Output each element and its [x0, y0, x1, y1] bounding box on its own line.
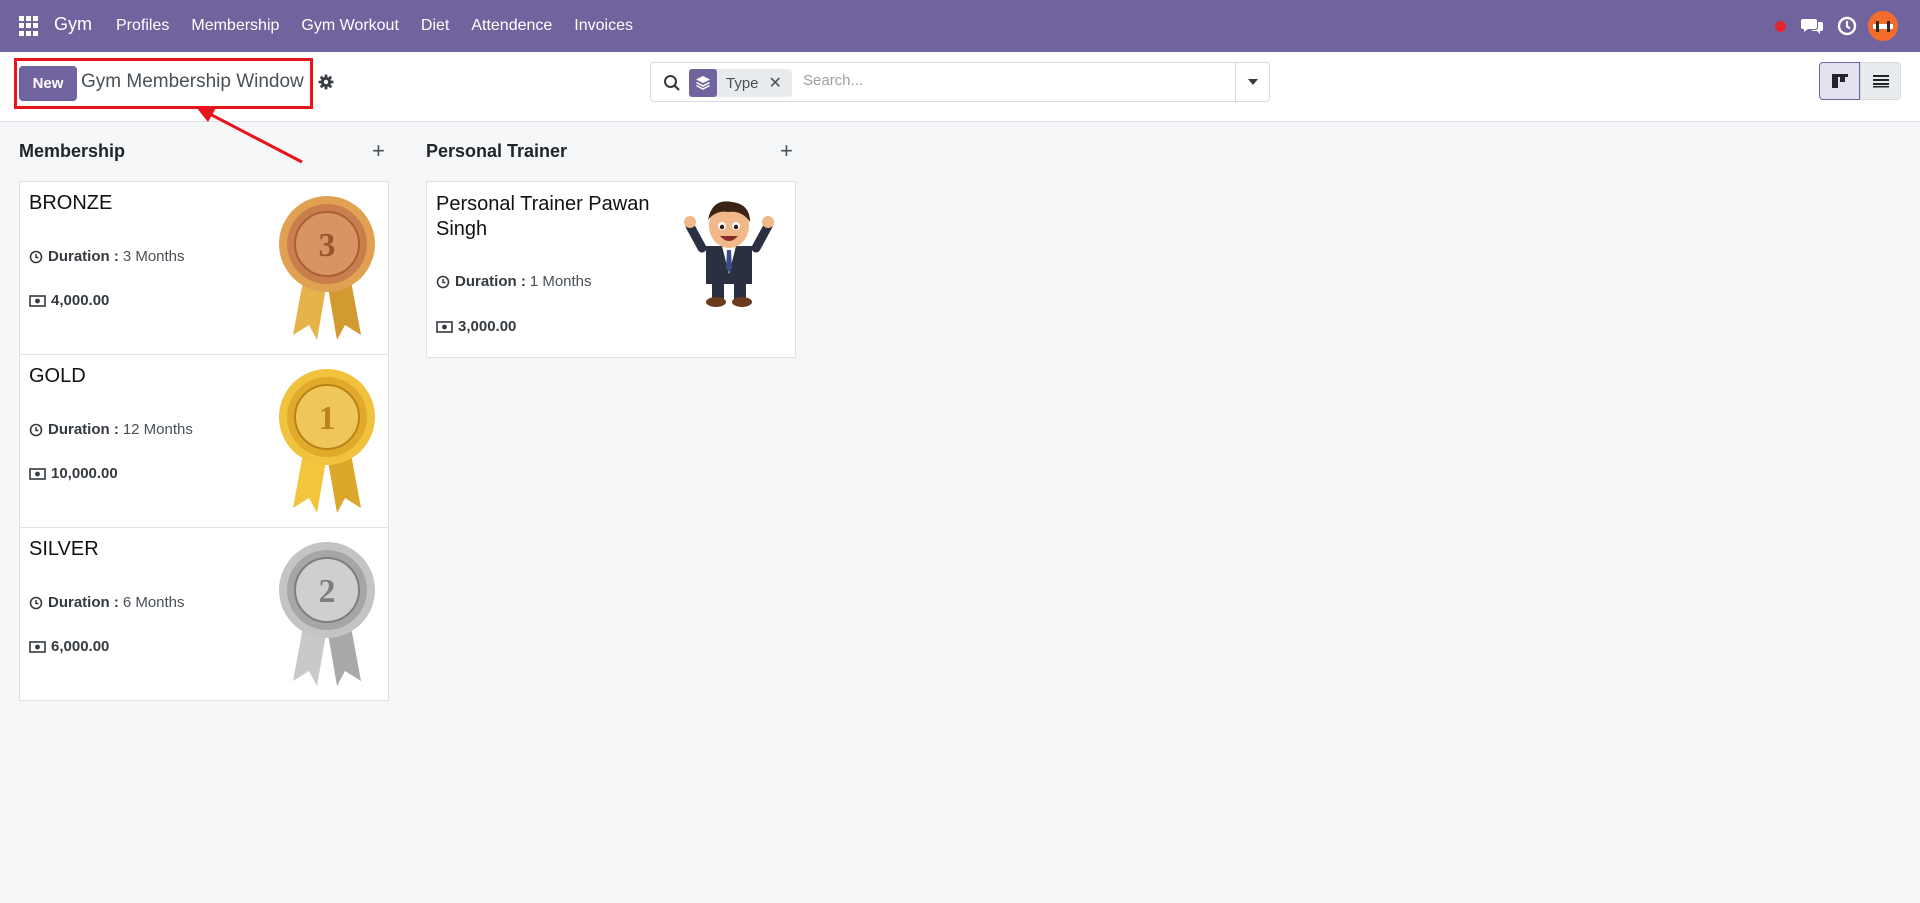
bronze-medal-icon: 3 — [279, 196, 375, 340]
activity-clock-icon[interactable] — [1837, 16, 1857, 36]
price-value: 6,000.00 — [51, 638, 110, 655]
menu-item-diet[interactable]: Diet — [421, 17, 449, 35]
clock-icon — [29, 596, 43, 609]
menu-item-membership[interactable]: Membership — [191, 17, 279, 35]
menu-item-profiles[interactable]: Profiles — [116, 17, 169, 35]
money-icon — [29, 640, 46, 653]
app-menu-icon[interactable] — [19, 16, 39, 36]
money-icon — [436, 320, 453, 333]
clock-icon — [29, 423, 43, 436]
search-bar: Type ✕ — [650, 62, 1270, 102]
kanban-card-silver[interactable]: SILVER Duration : 6 Months 6,000.00 2 — [19, 527, 389, 701]
column-title-membership: Membership — [19, 141, 126, 161]
search-input[interactable] — [801, 71, 1105, 90]
card-name-line: Personal Trainer Pawan — [436, 193, 650, 215]
card-name: SILVER — [29, 538, 99, 560]
kanban-card-personal-trainer[interactable]: Personal Trainer Pawan Singh Duration : … — [426, 181, 796, 358]
medal-number: 3 — [319, 227, 336, 264]
column-title-personal-trainer: Personal Trainer — [426, 141, 568, 161]
card-name: GOLD — [29, 365, 86, 387]
price-value: 4,000.00 — [51, 292, 110, 309]
recording-indicator-icon[interactable] — [1775, 21, 1786, 32]
card-name: Personal Trainer Pawan Singh — [436, 192, 649, 242]
add-card-plus-icon[interactable]: + — [372, 140, 385, 162]
kanban-icon — [1831, 74, 1848, 88]
list-icon — [1872, 75, 1889, 88]
search-options-toggle[interactable] — [1235, 63, 1269, 101]
messages-icon[interactable] — [1801, 17, 1823, 35]
card-duration: Duration : 6 Months — [29, 594, 185, 611]
caret-down-icon — [1247, 79, 1258, 85]
menu-item-attendence[interactable]: Attendence — [471, 17, 552, 35]
remove-facet-icon[interactable]: ✕ — [769, 73, 782, 93]
trainer-cartoon-image — [684, 201, 774, 307]
gear-icon[interactable] — [318, 74, 334, 90]
layers-icon — [689, 69, 717, 97]
duration-label: Duration : — [455, 273, 526, 290]
search-facet-label: Type — [726, 74, 759, 92]
app-brand[interactable]: Gym — [54, 14, 92, 35]
card-name-line: Singh — [436, 218, 488, 240]
add-card-plus-icon[interactable]: + — [780, 140, 793, 162]
card-duration: Duration : 1 Months — [436, 273, 592, 290]
duration-label: Duration : — [48, 594, 119, 611]
card-price: 6,000.00 — [29, 638, 109, 655]
card-price: 10,000.00 — [29, 465, 118, 482]
price-value: 10,000.00 — [51, 465, 118, 482]
card-price: 4,000.00 — [29, 292, 109, 309]
annotation-arrow-icon — [196, 107, 303, 164]
kanban-card-bronze[interactable]: BRONZE Duration : 3 Months 4,000.00 3 — [19, 181, 389, 355]
price-value: 3,000.00 — [458, 318, 517, 335]
duration-label: Duration : — [48, 248, 119, 265]
card-duration: Duration : 12 Months — [29, 421, 193, 438]
silver-medal-icon: 2 — [279, 542, 375, 686]
search-icon[interactable] — [663, 74, 681, 92]
money-icon — [29, 467, 46, 480]
menu-item-invoices[interactable]: Invoices — [574, 17, 633, 35]
duration-value: 12 Months — [122, 421, 193, 438]
list-view-button[interactable] — [1860, 62, 1901, 100]
duration-value: 6 Months — [122, 594, 185, 611]
clock-icon — [29, 250, 43, 263]
clock-icon — [436, 275, 450, 288]
duration-value: 3 Months — [122, 248, 185, 265]
kanban-view-button[interactable] — [1819, 62, 1860, 100]
kanban-card-gold[interactable]: GOLD Duration : 12 Months 10,000.00 1 — [19, 354, 389, 528]
card-name: BRONZE — [29, 192, 113, 214]
top-navbar: Gym Profiles Membership Gym Workout Diet… — [0, 0, 1920, 52]
duration-label: Duration : — [48, 421, 119, 438]
user-avatar[interactable] — [1868, 11, 1898, 41]
card-price: 3,000.00 — [436, 318, 516, 335]
duration-value: 1 Months — [529, 273, 592, 290]
search-facet-type: Type ✕ — [689, 69, 792, 97]
medal-number: 1 — [319, 400, 336, 437]
main-menu: Profiles Membership Gym Workout Diet Att… — [116, 0, 655, 52]
view-switcher — [1819, 62, 1903, 100]
gold-medal-icon: 1 — [279, 369, 375, 513]
card-duration: Duration : 3 Months — [29, 248, 185, 265]
money-icon — [29, 294, 46, 307]
menu-item-gym-workout[interactable]: Gym Workout — [301, 17, 399, 35]
medal-number: 2 — [319, 573, 336, 610]
annotation-highlight-box — [14, 58, 313, 109]
